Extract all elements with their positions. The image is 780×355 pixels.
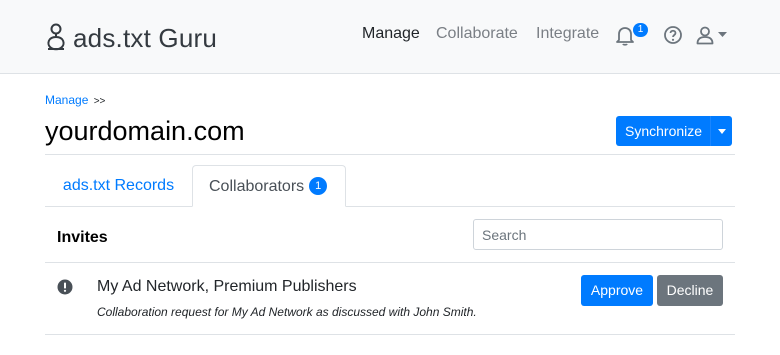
brand-name: ads.txt Guru — [73, 22, 218, 53]
synchronize-button-group: Synchronize — [616, 116, 733, 146]
nav-link-manage[interactable]: Manage — [362, 25, 420, 43]
user-menu[interactable] — [694, 24, 728, 46]
nav-link-collaborate[interactable]: Collaborate — [436, 25, 518, 43]
nav-link-integrate[interactable]: Integrate — [536, 25, 599, 43]
invite-description: Collaboration request for My Ad Network … — [97, 305, 477, 319]
brand[interactable]: ads.txt Guru — [45, 20, 217, 56]
tab-label: ads.txt Records — [62, 177, 175, 194]
help-circle-icon[interactable] — [662, 24, 684, 46]
invite-name: My Ad Network, Premium Publishers — [97, 278, 357, 295]
breadcrumb-link-manage[interactable]: Manage — [45, 93, 88, 107]
notification-badge: 1 — [633, 23, 648, 37]
divider — [45, 154, 735, 155]
divider — [45, 334, 735, 335]
divider — [45, 262, 735, 263]
search-input[interactable] — [473, 219, 723, 250]
tab-ads-txt-records[interactable]: ads.txt Records — [45, 165, 192, 207]
logo-icon — [47, 23, 65, 51]
synchronize-button[interactable]: Synchronize — [616, 116, 711, 146]
tab-label: Collaborators — [209, 178, 305, 195]
page-title: yourdomain.com — [45, 116, 245, 146]
caret-down-icon — [717, 128, 726, 134]
breadcrumb: Manage >> — [45, 93, 105, 107]
approve-button[interactable]: Approve — [581, 275, 653, 306]
top-navbar: ads.txt Guru Manage Collaborate Integrat… — [0, 0, 780, 74]
decline-button[interactable]: Decline — [657, 275, 723, 306]
invites-heading: Invites — [57, 229, 108, 246]
synchronize-dropdown-toggle[interactable] — [710, 116, 733, 146]
caret-down-icon — [718, 32, 727, 37]
user-icon — [696, 26, 714, 45]
tab-collaborators[interactable]: Collaborators 1 — [192, 165, 346, 207]
breadcrumb-separator: >> — [93, 96, 106, 107]
exclamation-circle-icon — [57, 279, 73, 295]
collaborators-count-badge: 1 — [309, 177, 328, 195]
